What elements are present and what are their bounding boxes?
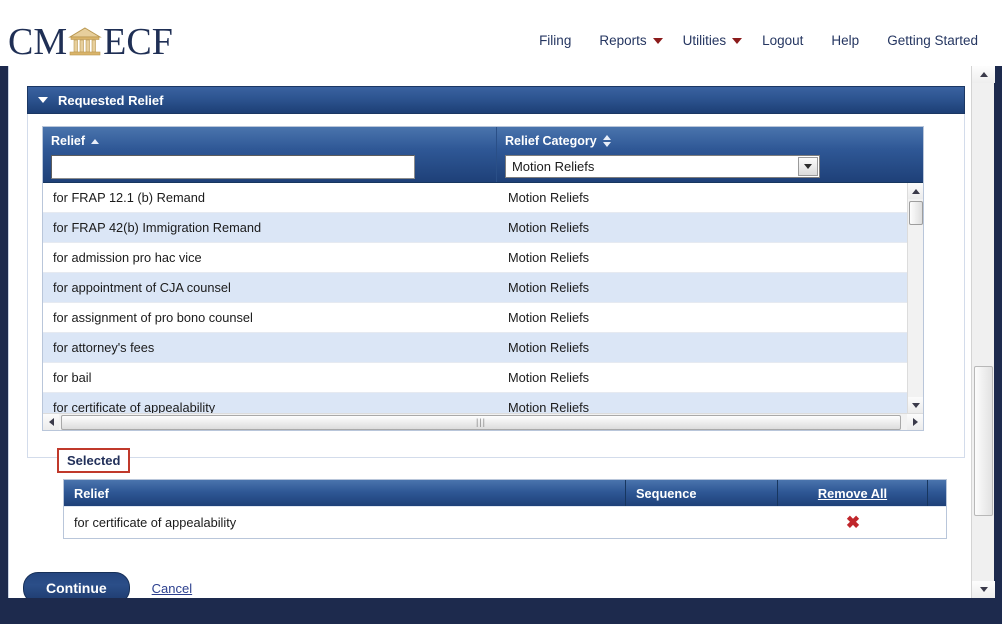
red-x-icon[interactable]: ✖ xyxy=(846,514,860,531)
page-root: CM ECF Filing Reports xyxy=(0,0,1002,624)
relief-category-value: Motion Reliefs xyxy=(512,159,594,174)
cell-relief: for certificate of appealability xyxy=(43,400,498,413)
scroll-left-button[interactable] xyxy=(43,414,59,430)
nav-item-reports[interactable]: Reports xyxy=(585,30,668,51)
cell-relief: for attorney's fees xyxy=(43,340,498,355)
column-sequence-label: Sequence xyxy=(636,486,696,501)
chevron-down-icon xyxy=(732,38,742,44)
cell-relief: for bail xyxy=(43,370,498,385)
scroll-track-horizontal[interactable]: ||| xyxy=(59,415,907,430)
scroll-thumb-horizontal[interactable]: ||| xyxy=(61,415,901,430)
relief-grid-header: Relief Relief Category Motion Rel xyxy=(43,127,923,183)
column-sequence: Sequence xyxy=(626,480,778,506)
chevron-down-icon xyxy=(653,38,663,44)
nav-label: Help xyxy=(831,33,859,48)
table-row[interactable]: for certificate of appealability ✖ xyxy=(64,506,946,538)
cell-category: Motion Reliefs xyxy=(498,370,909,385)
remove-all-link[interactable]: Remove All xyxy=(778,480,928,506)
page-scroll-down-button[interactable] xyxy=(972,581,995,598)
table-row[interactable]: for bail Motion Reliefs xyxy=(43,363,909,393)
panel-body: Relief Relief Category Motion Rel xyxy=(27,114,965,458)
requested-relief-panel: Requested Relief Relief xyxy=(27,86,965,458)
cell-category: Motion Reliefs xyxy=(498,190,909,205)
continue-button[interactable]: Continue xyxy=(23,572,130,598)
table-row[interactable]: for FRAP 42(b) Immigration Remand Motion… xyxy=(43,213,909,243)
panel-header[interactable]: Requested Relief xyxy=(27,86,965,114)
nav-label: Reports xyxy=(599,33,646,48)
cell-relief: for appointment of CJA counsel xyxy=(43,280,498,295)
selected-section: Selected Relief Sequence Remove All for … xyxy=(27,448,965,539)
relief-category-select[interactable]: Motion Reliefs xyxy=(505,155,820,178)
cell-relief: for assignment of pro bono counsel xyxy=(43,310,498,325)
cell-relief: for FRAP 42(b) Immigration Remand xyxy=(43,220,498,235)
table-row[interactable]: for assignment of pro bono counsel Motio… xyxy=(43,303,909,333)
relief-grid-body: for FRAP 12.1 (b) Remand Motion Reliefs … xyxy=(43,183,923,413)
cell-category: Motion Reliefs xyxy=(498,310,909,325)
page-scroll-up-button[interactable] xyxy=(972,66,995,83)
column-relief-category[interactable]: Relief Category Motion Reliefs xyxy=(497,127,923,182)
nav-label: Logout xyxy=(762,33,803,48)
main-nav: Filing Reports Utilities Logout Help Get… xyxy=(525,30,992,51)
page-vertical-scrollbar[interactable] xyxy=(971,66,994,598)
chevron-down-icon[interactable] xyxy=(798,157,818,176)
nav-label: Utilities xyxy=(683,33,727,48)
selected-table-header: Relief Sequence Remove All xyxy=(64,480,946,506)
scroll-thumb-vertical[interactable] xyxy=(909,201,923,225)
caret-down-icon[interactable] xyxy=(38,97,48,103)
cmecf-logo: CM ECF xyxy=(8,20,173,64)
nav-item-utilities[interactable]: Utilities xyxy=(669,30,749,51)
nav-item-logout[interactable]: Logout xyxy=(748,30,817,51)
grip-icon: ||| xyxy=(476,418,486,427)
cancel-link[interactable]: Cancel xyxy=(152,581,192,596)
cell-category: Motion Reliefs xyxy=(498,340,909,355)
cell-category: Motion Reliefs xyxy=(498,280,909,295)
column-relief[interactable]: Relief xyxy=(43,127,497,182)
logo-text-cm: CM xyxy=(8,23,67,61)
scroll-up-button[interactable] xyxy=(908,183,923,199)
column-relief-category-label: Relief Category xyxy=(505,134,597,148)
table-row[interactable]: for attorney's fees Motion Reliefs xyxy=(43,333,909,363)
selected-label: Selected xyxy=(57,448,130,473)
nav-item-filing[interactable]: Filing xyxy=(525,30,585,51)
form-actions: Continue Cancel xyxy=(23,572,192,598)
page-scroll-thumb[interactable] xyxy=(974,366,993,516)
page-content: Requested Relief Relief xyxy=(8,66,994,598)
column-selected-relief: Relief xyxy=(64,480,626,506)
panel-title: Requested Relief xyxy=(58,93,163,108)
column-spacer xyxy=(928,480,946,506)
nav-label: Getting Started xyxy=(887,33,978,48)
table-row[interactable]: for FRAP 12.1 (b) Remand Motion Reliefs xyxy=(43,183,909,213)
scroll-right-button[interactable] xyxy=(907,414,923,430)
courthouse-icon xyxy=(68,25,102,59)
column-relief-label: Relief xyxy=(51,134,85,148)
grid-horizontal-scrollbar[interactable]: ||| xyxy=(43,413,923,430)
selected-table: Relief Sequence Remove All for certifica… xyxy=(63,479,947,539)
logo-text-ecf: ECF xyxy=(103,23,173,61)
sort-both-icon[interactable] xyxy=(603,135,611,147)
nav-label: Filing xyxy=(539,33,571,48)
nav-item-getting-started[interactable]: Getting Started xyxy=(873,30,992,51)
relief-filter-input[interactable] xyxy=(51,155,415,179)
sort-ascending-icon[interactable] xyxy=(91,139,99,144)
cell-category: Motion Reliefs xyxy=(498,400,909,413)
app-header: CM ECF Filing Reports xyxy=(0,0,1002,66)
table-row[interactable]: for admission pro hac vice Motion Relief… xyxy=(43,243,909,273)
remove-row-button[interactable]: ✖ xyxy=(778,514,928,531)
cell-relief: for FRAP 12.1 (b) Remand xyxy=(43,190,498,205)
table-row[interactable]: for certificate of appealability Motion … xyxy=(43,393,909,413)
grid-vertical-scrollbar[interactable] xyxy=(907,183,923,413)
nav-item-help[interactable]: Help xyxy=(817,30,873,51)
column-selected-relief-label: Relief xyxy=(74,486,109,501)
relief-rows: for FRAP 12.1 (b) Remand Motion Reliefs … xyxy=(43,183,909,413)
table-row[interactable]: for appointment of CJA counsel Motion Re… xyxy=(43,273,909,303)
relief-grid: Relief Relief Category Motion Rel xyxy=(42,126,924,431)
cell-relief: for admission pro hac vice xyxy=(43,250,498,265)
scroll-down-button[interactable] xyxy=(908,397,923,413)
remove-all-label: Remove All xyxy=(818,486,887,501)
cell-category: Motion Reliefs xyxy=(498,220,909,235)
cell-category: Motion Reliefs xyxy=(498,250,909,265)
cell-selected-relief: for certificate of appealability xyxy=(64,515,626,530)
